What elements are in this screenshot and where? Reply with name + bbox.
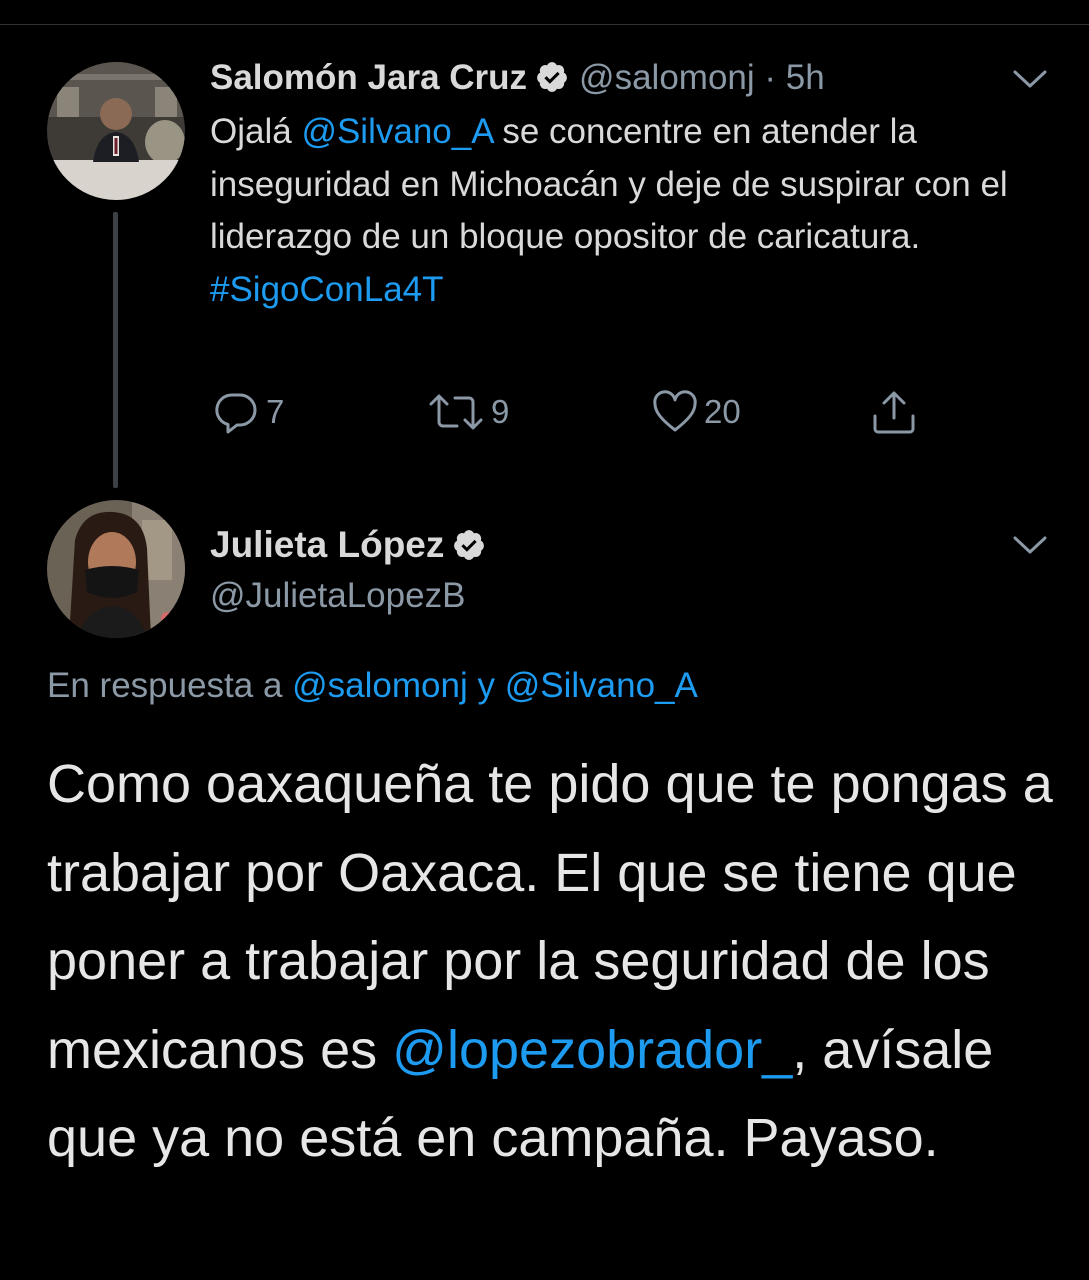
like-button[interactable]: 20	[652, 386, 741, 438]
avatar-salomon[interactable]	[47, 62, 185, 200]
reply-mention-silvano[interactable]: @Silvano_A	[505, 666, 698, 705]
tweet2-text: Como oaxaqueña te pido que te pongas a t…	[47, 740, 1057, 1183]
reply-button[interactable]: 7	[212, 386, 284, 438]
tweet1-mention[interactable]: @Silvano_A	[301, 112, 492, 151]
share-icon	[873, 391, 915, 434]
tweet1-separator: ·	[754, 58, 786, 97]
like-count: 20	[704, 393, 741, 430]
reply-prefix: En respuesta a	[47, 666, 293, 705]
reply-icon	[215, 393, 257, 434]
tweet1-header: Salomón Jara Cruz @salomonj · 5h	[210, 56, 825, 100]
top-divider	[0, 24, 1089, 25]
tweet1-time[interactable]: 5h	[786, 58, 825, 97]
tweet2-mention[interactable]: @lopezobrador_	[392, 1020, 792, 1080]
thread-line	[113, 212, 118, 488]
tweet1-text: Ojalá @Silvano_A se concentre en atender…	[210, 106, 1060, 316]
verified-icon	[535, 60, 569, 94]
reply-mention-salomonj[interactable]: @salomonj	[292, 666, 468, 705]
tweet2-author-name[interactable]: Julieta López	[210, 524, 444, 565]
retweet-button[interactable]: 9	[427, 386, 509, 438]
avatar-julieta[interactable]	[47, 500, 185, 638]
retweet-icon	[429, 394, 483, 430]
chevron-down-icon[interactable]	[1012, 534, 1048, 556]
tweet1-text-intro: Ojalá	[210, 112, 302, 151]
share-button[interactable]	[870, 386, 918, 438]
reply-and: y	[467, 666, 505, 705]
tweet1-handle[interactable]: @salomonj	[579, 58, 755, 97]
chevron-down-icon[interactable]	[1012, 68, 1048, 90]
retweet-count: 9	[491, 393, 510, 430]
tweet1-author-name[interactable]: Salomón Jara Cruz	[210, 58, 527, 97]
reply-count: 7	[266, 393, 285, 430]
heart-icon	[653, 390, 697, 432]
tweet2-header: Julieta López	[210, 522, 496, 568]
tweet1-hashtag[interactable]: #SigoConLa4T	[210, 270, 444, 309]
reply-context: En respuesta a @salomonj y @Silvano_A	[47, 664, 698, 708]
tweet1-actions: 7 9 20	[0, 386, 1089, 438]
verified-icon	[452, 528, 486, 562]
tweet2-handle[interactable]: @JulietaLopezB	[210, 574, 465, 618]
